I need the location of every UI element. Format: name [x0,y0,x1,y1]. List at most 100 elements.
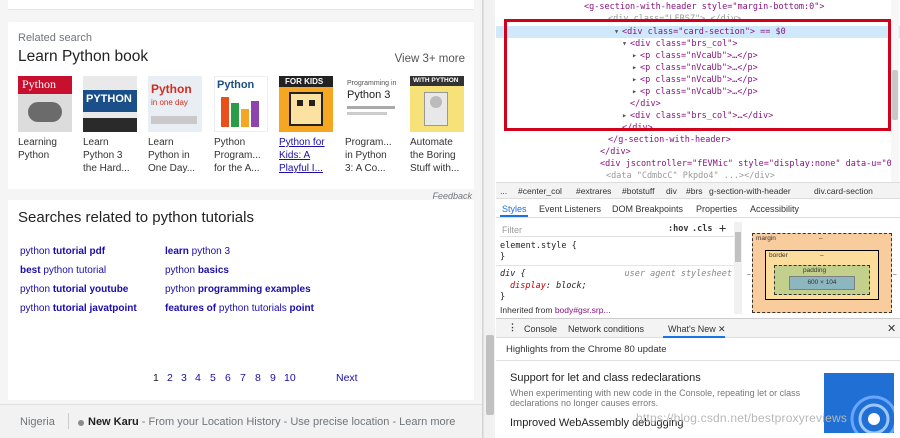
related-search-link[interactable]: best python tutorial [20,265,106,276]
tab-whats-new[interactable]: What's New [668,324,716,334]
breadcrumb-item[interactable]: g-section-with-header [709,186,791,196]
related-search-link[interactable]: learn python 3 [165,246,230,257]
book-cover-image[interactable]: Python [214,76,268,132]
page-link[interactable]: 7 [240,372,246,384]
breadcrumb-item[interactable]: #brs [686,186,703,196]
breadcrumb-item[interactable]: ... [500,186,507,196]
book-item[interactable]: FOR KIDS Python for Kids: A Playful I... [279,76,335,175]
tab-console[interactable]: Console [524,324,557,334]
book-cover-image[interactable]: Python [18,76,72,132]
page-link[interactable]: 8 [255,372,261,384]
book-item[interactable]: Programming in Python 3 Program... in Pyt… [345,76,401,175]
scrollbar-thumb[interactable] [892,70,898,120]
breadcrumb-item-current[interactable]: div.card-section [814,186,873,196]
book-item[interactable]: Python Learning Python [18,76,74,162]
css-property: display: block; [510,281,587,291]
close-drawer-icon[interactable]: ✕ [887,322,896,335]
book-cover-image[interactable]: PYTHON [83,76,137,132]
box-model-margin[interactable]: margin – border – padding 600 × 104 [752,233,892,313]
next-page-link[interactable]: Next [336,372,358,384]
class-toggle[interactable]: .cls [692,224,712,234]
divider [496,360,900,361]
dom-node[interactable]: <div jscontroller="fEVMic" style="displa… [600,159,897,170]
location-footer: Nigeria New Karu - From your Location Hi… [0,404,482,438]
tab-network-conditions[interactable]: Network conditions [568,324,644,334]
breadcrumb-item[interactable]: #center_col [518,186,562,196]
tab-accessibility[interactable]: Accessibility [750,204,799,214]
rule-source: user agent stylesheet [624,269,732,279]
dom-node[interactable]: <g-section-with-header style="margin-bot… [584,2,825,13]
book-cover-image[interactable]: FOR KIDS [279,76,333,132]
whats-new-item-title[interactable]: Support for let and class redeclarations [510,372,701,384]
filter-input[interactable]: Filter [502,225,522,235]
hover-state-toggle[interactable]: :hov [668,224,688,234]
styles-pane: Filter :hov .cls + element.style { } div… [496,219,746,317]
dom-node[interactable]: </div> [600,147,631,158]
page-number-current: 1 [153,372,159,384]
breadcrumb-item[interactable]: #botstuff [622,186,654,196]
page-link[interactable]: 5 [210,372,216,384]
box-model-padding[interactable]: padding 600 × 104 [774,265,870,295]
page-link[interactable]: 2 [167,372,173,384]
highlight-annotation-box [504,19,891,131]
related-search-link[interactable]: python programming examples [165,284,311,295]
location-dot-icon [78,420,84,426]
related-search-link[interactable]: python tutorial youtube [20,284,128,295]
book-item[interactable]: Python Python Program... for the A... [214,76,270,175]
whats-new-item-desc: When experimenting with new code in the … [510,388,801,408]
watermark-text: https://blog.csdn.net/bestproxyreviews [636,411,848,425]
book-item[interactable]: PYTHON Learn Python 3 the Hard... [83,76,139,175]
book-title-label[interactable]: Program... in Python 3: A Co... [345,136,401,175]
new-rule-plus-icon[interactable]: + [719,221,726,235]
dom-breadcrumbs: ... #center_col #extrares #botstuff div … [496,182,900,199]
page-link[interactable]: 4 [195,372,201,384]
page-link[interactable]: 10 [284,372,296,384]
styles-scrollbar[interactable] [734,222,742,314]
footer-location[interactable]: New Karu - From your Location History - … [88,416,455,428]
tab-event-listeners[interactable]: Event Listeners [539,204,601,214]
results-scrollbar[interactable] [483,0,495,438]
dom-node[interactable]: </g-section-with-header> [608,135,731,146]
related-search-link[interactable]: features of python tutorials point [165,303,314,314]
searches-related-title: Searches related to python tutorials [18,209,254,226]
related-search-link[interactable]: python basics [165,265,229,276]
tab-properties[interactable]: Properties [696,204,737,214]
scrollbar-thumb[interactable] [486,335,494,415]
elements-scrollbar[interactable] [891,0,899,182]
book-cover-image[interactable]: Python in one day [148,76,202,132]
book-item[interactable]: Python in one day Learn Python in One Day.… [148,76,204,175]
box-model-border[interactable]: border – padding 600 × 104 [765,250,879,300]
active-tab-indicator [500,215,528,217]
previous-result-strip [8,0,474,10]
styles-filter[interactable]: Filter :hov .cls + [500,221,738,237]
related-search-link[interactable]: python tutorial javatpoint [20,303,137,314]
element-style-rule[interactable]: element.style { [500,241,577,251]
book-title-label[interactable]: Learn Python in One Day... [148,136,204,175]
book-title-label[interactable]: Learn Python 3 the Hard... [83,136,139,175]
page-link[interactable]: 3 [181,372,187,384]
inherited-element-link[interactable]: body#gsr.srp... [555,305,611,315]
page-link[interactable]: 6 [225,372,231,384]
book-cover-image[interactable]: WITH PYTHON [410,76,464,132]
tab-dom-breakpoints[interactable]: DOM Breakpoints [612,204,683,214]
book-title-label[interactable]: Learning Python [18,136,74,162]
tab-styles[interactable]: Styles [502,204,527,214]
breadcrumb-item[interactable]: div [666,186,677,196]
book-item[interactable]: WITH PYTHON Automate the Boring Stuff with… [410,76,466,175]
breadcrumb-item[interactable]: #extrares [576,186,611,196]
active-tab-indicator [663,336,725,338]
drawer-menu-icon[interactable]: ⋮ [508,322,517,333]
view-more-link[interactable]: View 3+ more [395,53,465,65]
book-cover-image[interactable]: Programming in Python 3 [345,76,399,132]
page-link[interactable]: 9 [270,372,276,384]
related-search-link[interactable]: python tutorial pdf [20,246,105,257]
book-title-label[interactable]: Python Program... for the A... [214,136,270,175]
close-tab-icon[interactable]: ✕ [718,324,726,335]
dom-node[interactable]: <data "CdmbcC" Pkpdo4" ...></div> [606,171,775,182]
book-title-label[interactable]: Automate the Boring Stuff with... [410,136,466,175]
box-model-content[interactable]: 600 × 104 [789,276,855,290]
related-search-title[interactable]: Learn Python book [18,48,148,66]
scrollbar-thumb[interactable] [735,232,741,262]
pagination: 1 2 3 4 5 6 7 8 9 10 Next [0,372,482,386]
book-title-label[interactable]: Python for Kids: A Playful I... [279,136,335,175]
